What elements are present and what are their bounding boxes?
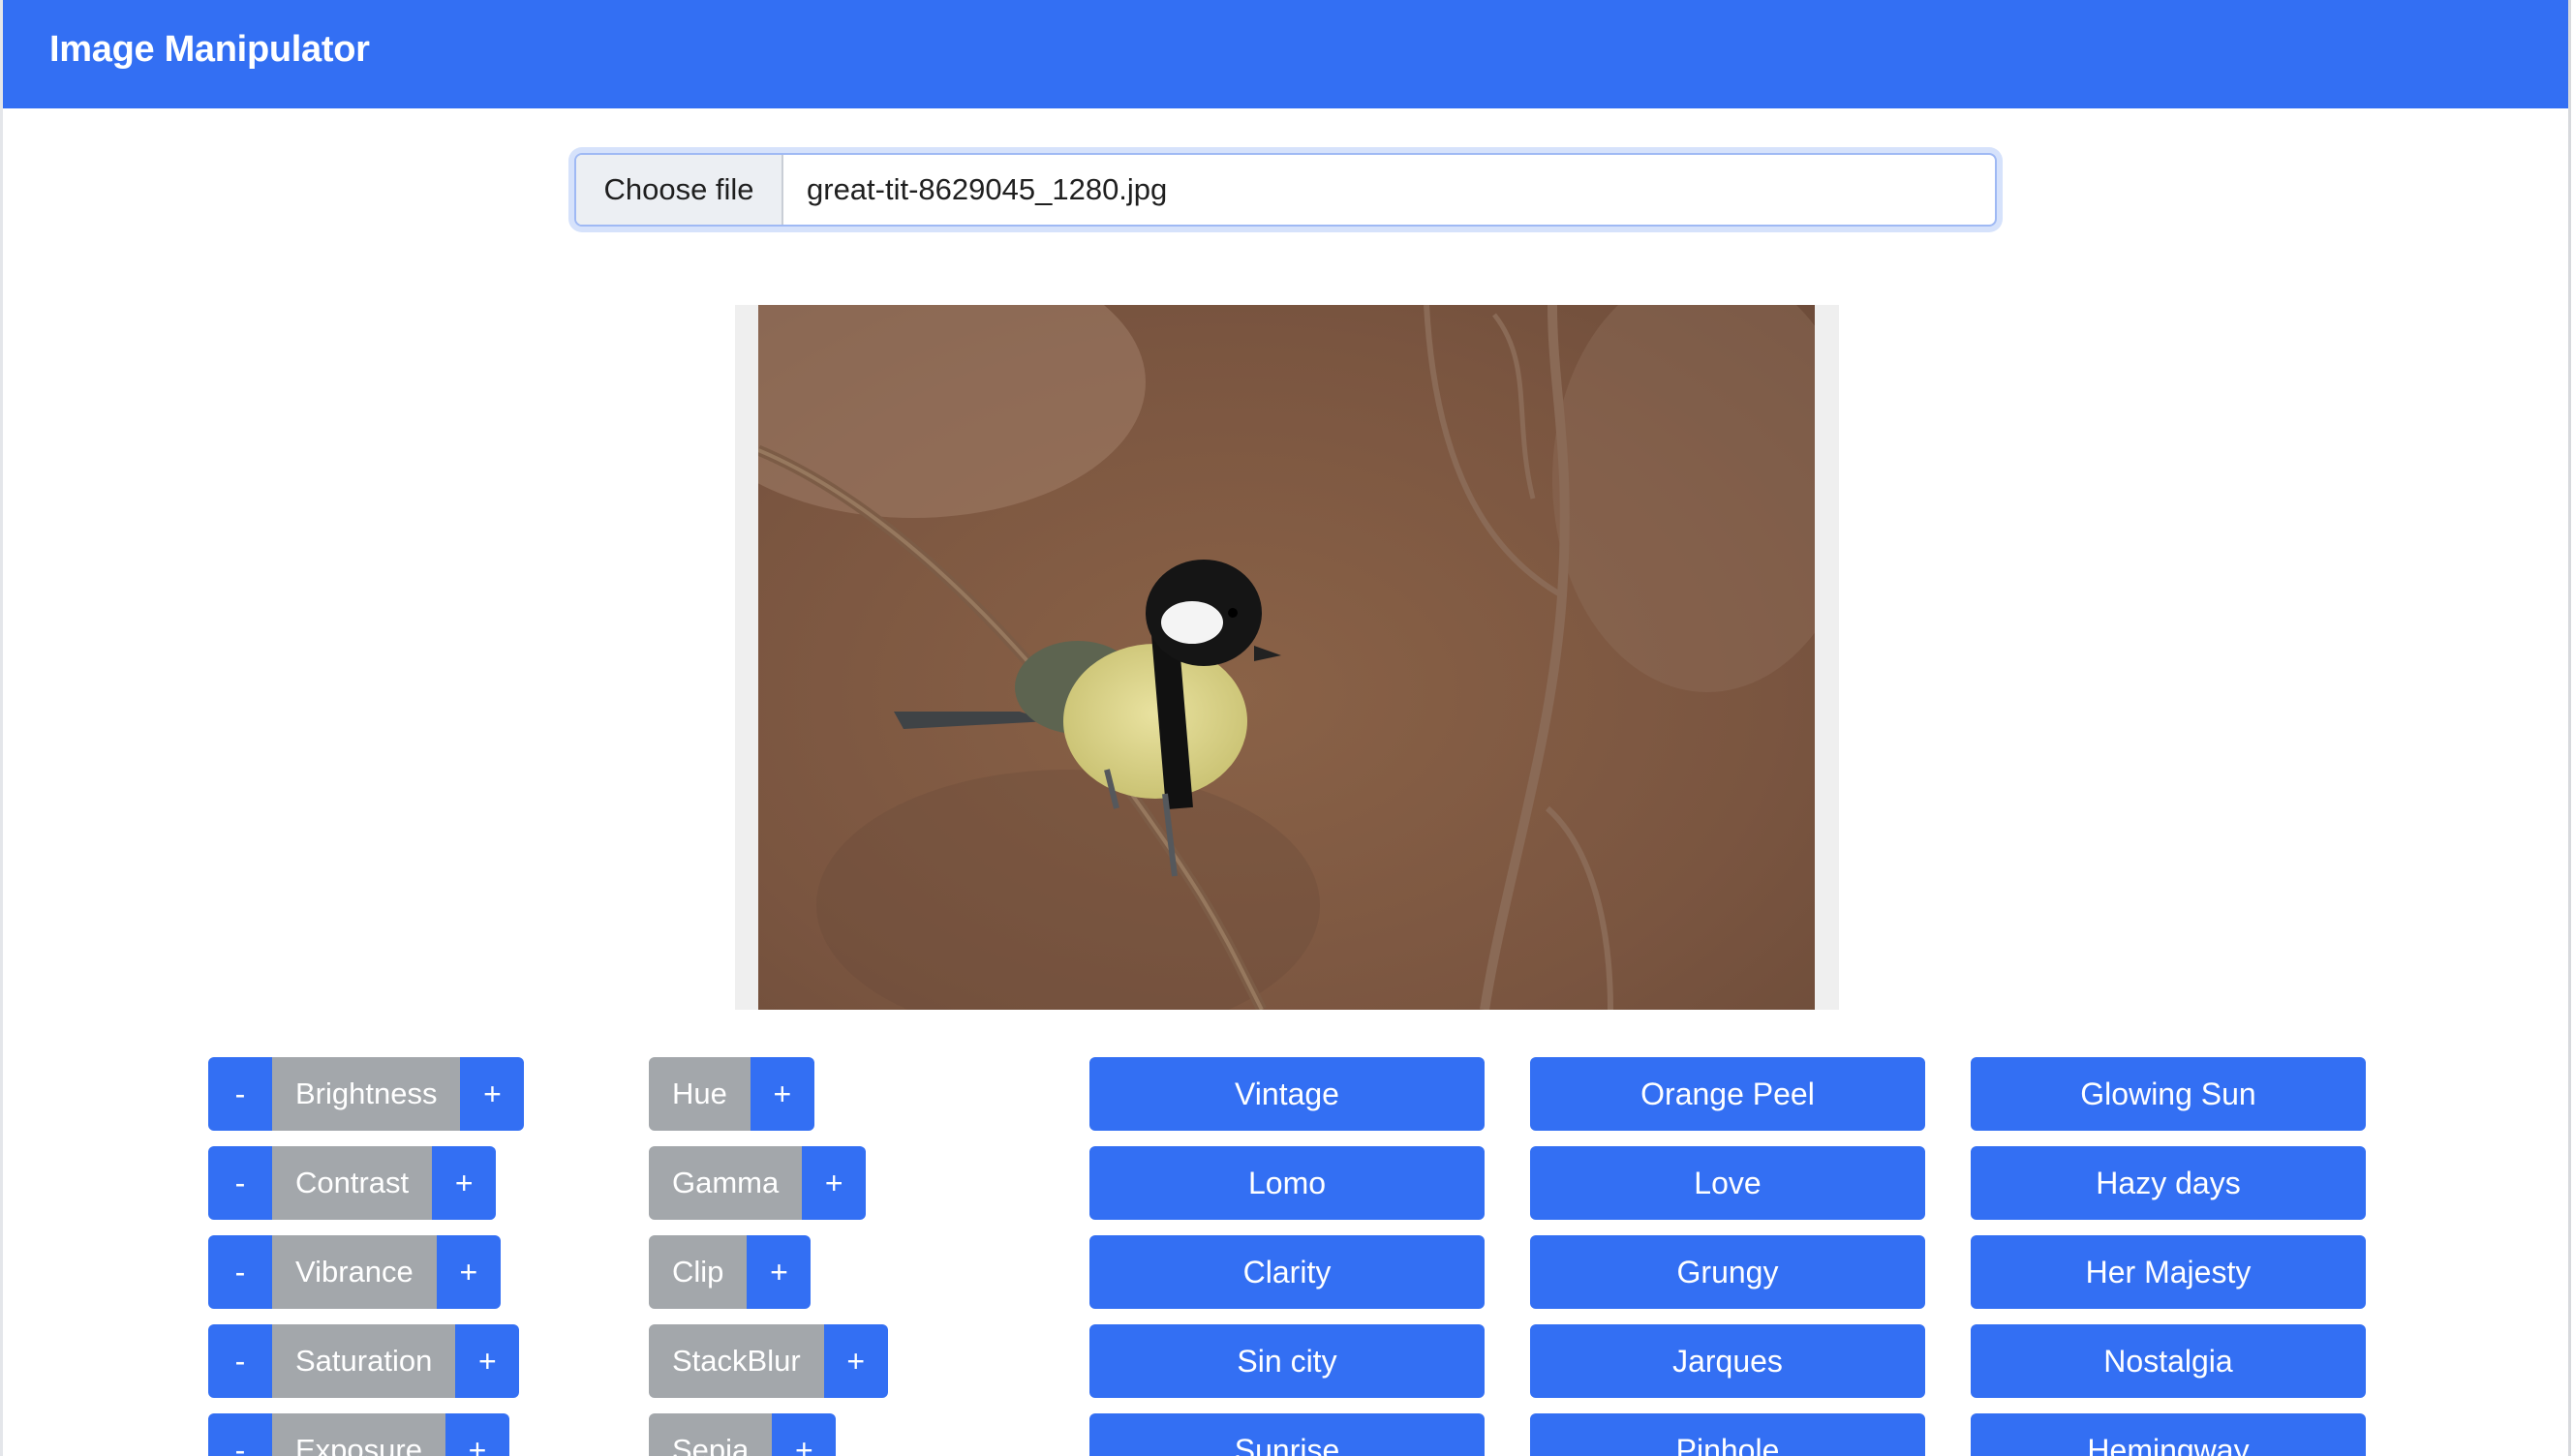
- saturation-control: - Saturation +: [208, 1324, 520, 1398]
- bird-photo: [758, 305, 1815, 1010]
- navbar: Image Manipulator: [3, 0, 2568, 108]
- brightness-minus-button[interactable]: -: [208, 1057, 272, 1131]
- clip-plus-button[interactable]: +: [747, 1235, 812, 1309]
- stackblur-control: StackBlur +: [649, 1324, 888, 1398]
- preset-her-majesty-button[interactable]: Her Majesty: [1971, 1235, 2366, 1309]
- clip-control: Clip +: [649, 1235, 812, 1309]
- gamma-label: Gamma: [649, 1146, 803, 1220]
- vibrance-minus-button[interactable]: -: [208, 1235, 272, 1309]
- vibrance-control: - Vibrance +: [208, 1235, 501, 1309]
- choose-file-button[interactable]: Choose file: [576, 155, 783, 225]
- contrast-minus-button[interactable]: -: [208, 1146, 272, 1220]
- contrast-label: Contrast: [272, 1146, 433, 1220]
- preset-sunrise-button[interactable]: Sunrise: [1089, 1413, 1485, 1456]
- preset-grungy-button[interactable]: Grungy: [1530, 1235, 1925, 1309]
- preset-hemingway-button[interactable]: Hemingway: [1971, 1413, 2366, 1456]
- vibrance-plus-button[interactable]: +: [436, 1235, 501, 1309]
- selected-file-name: great-tit-8629045_1280.jpg: [807, 172, 1168, 206]
- clip-label: Clip: [649, 1235, 748, 1309]
- hue-plus-button[interactable]: +: [750, 1057, 814, 1131]
- vibrance-label: Vibrance: [272, 1235, 437, 1309]
- preset-vintage-button[interactable]: Vintage: [1089, 1057, 1485, 1131]
- hue-label: Hue: [649, 1057, 751, 1131]
- exposure-control: - Exposure +: [208, 1413, 509, 1456]
- preset-hazy-days-button[interactable]: Hazy days: [1971, 1146, 2366, 1220]
- preset-jarques-button[interactable]: Jarques: [1530, 1324, 1925, 1398]
- app-window: Image Manipulator Choose file great-tit-…: [0, 0, 2571, 1456]
- sepia-control: Sepia +: [649, 1413, 837, 1456]
- preset-pinhole-button[interactable]: Pinhole: [1530, 1413, 1925, 1456]
- saturation-minus-button[interactable]: -: [208, 1324, 272, 1398]
- preset-lomo-button[interactable]: Lomo: [1089, 1146, 1485, 1220]
- saturation-plus-button[interactable]: +: [455, 1324, 520, 1398]
- saturation-label: Saturation: [272, 1324, 456, 1398]
- exposure-plus-button[interactable]: +: [444, 1413, 509, 1456]
- contrast-plus-button[interactable]: +: [432, 1146, 497, 1220]
- brightness-control: - Brightness +: [208, 1057, 525, 1131]
- preset-nostalgia-button[interactable]: Nostalgia: [1971, 1324, 2366, 1398]
- brightness-label: Brightness: [272, 1057, 461, 1131]
- sepia-label: Sepia: [649, 1413, 773, 1456]
- image-preview-frame: [735, 305, 1839, 1010]
- preset-clarity-button[interactable]: Clarity: [1089, 1235, 1485, 1309]
- hue-control: Hue +: [649, 1057, 814, 1131]
- file-input[interactable]: Choose file great-tit-8629045_1280.jpg: [574, 153, 1997, 227]
- exposure-label: Exposure: [272, 1413, 445, 1456]
- preset-sin-city-button[interactable]: Sin city: [1089, 1324, 1485, 1398]
- preset-orange-peel-button[interactable]: Orange Peel: [1530, 1057, 1925, 1131]
- preset-glowing-sun-button[interactable]: Glowing Sun: [1971, 1057, 2366, 1131]
- stackblur-label: StackBlur: [649, 1324, 824, 1398]
- exposure-minus-button[interactable]: -: [208, 1413, 272, 1456]
- app-title: Image Manipulator: [49, 29, 370, 70]
- stackblur-plus-button[interactable]: +: [823, 1324, 888, 1398]
- preset-love-button[interactable]: Love: [1530, 1146, 1925, 1220]
- gamma-plus-button[interactable]: +: [802, 1146, 867, 1220]
- sepia-plus-button[interactable]: +: [772, 1413, 837, 1456]
- brightness-plus-button[interactable]: +: [460, 1057, 525, 1131]
- contrast-control: - Contrast +: [208, 1146, 497, 1220]
- gamma-control: Gamma +: [649, 1146, 867, 1220]
